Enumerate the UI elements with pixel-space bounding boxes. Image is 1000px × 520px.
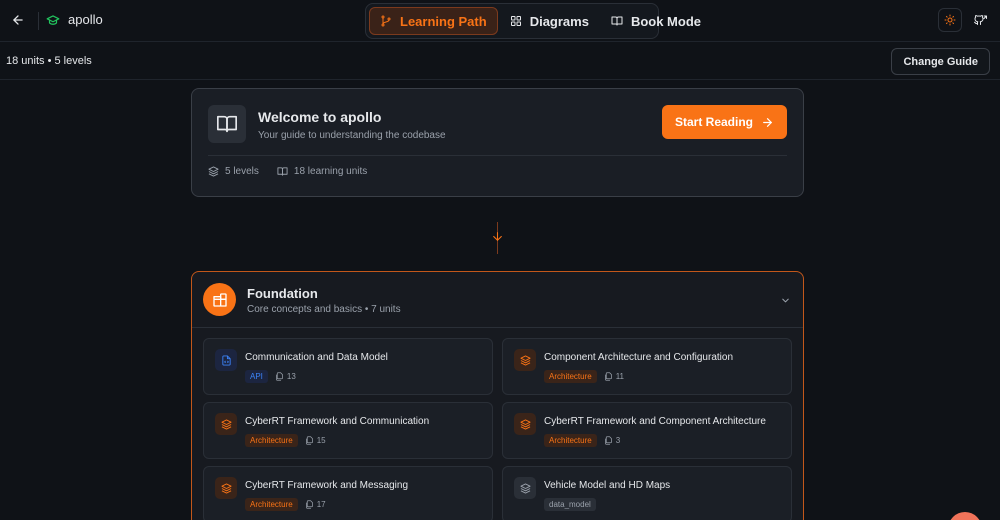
top-bar: apollo Learning Path Diagrams Book Mode xyxy=(0,0,1000,42)
files-icon xyxy=(305,436,313,445)
grid-icon xyxy=(510,15,522,27)
unit-tag: Architecture xyxy=(245,498,298,511)
file-count: 15 xyxy=(305,436,326,445)
book-open-icon xyxy=(208,105,246,143)
levels-count: 5 levels xyxy=(225,166,259,177)
layers-icon xyxy=(215,413,237,435)
tab-book-mode[interactable]: Book Mode xyxy=(601,7,711,35)
layers-icon xyxy=(514,477,536,499)
unit-title: Vehicle Model and HD Maps xyxy=(544,480,671,491)
welcome-stats: 5 levels 18 learning units xyxy=(208,166,367,177)
app-name: apollo xyxy=(68,12,103,27)
unit-tag: Architecture xyxy=(544,434,597,447)
files-icon xyxy=(305,500,313,509)
unit-card[interactable]: CyberRT Framework and Communication Arch… xyxy=(203,402,493,459)
unit-card[interactable]: Vehicle Model and HD Maps data_model xyxy=(502,466,792,520)
level-header[interactable]: Foundation Core concepts and basics • 7 … xyxy=(192,272,803,328)
tab-label: Book Mode xyxy=(630,13,701,29)
book-open-icon xyxy=(611,15,623,27)
right-tools xyxy=(938,8,992,32)
arrow-left-icon xyxy=(13,15,23,25)
start-reading-button[interactable]: Start Reading xyxy=(662,105,787,139)
layers-icon xyxy=(514,349,536,371)
welcome-card: Welcome to apollo Your guide to understa… xyxy=(191,88,804,197)
unit-tag: Architecture xyxy=(245,434,298,447)
back-button[interactable] xyxy=(6,8,30,32)
unit-tag: data_model xyxy=(544,498,596,511)
github-link-button[interactable] xyxy=(968,8,992,32)
theme-toggle-button[interactable] xyxy=(938,8,962,32)
layers-icon xyxy=(208,166,219,177)
file-count-value: 11 xyxy=(615,372,624,381)
unit-meta: API 13 xyxy=(245,370,296,383)
tab-diagrams[interactable]: Diagrams xyxy=(500,7,599,35)
unit-card[interactable]: Component Architecture and Configuration… xyxy=(502,338,792,395)
files-icon xyxy=(276,372,283,381)
file-count: 17 xyxy=(305,500,326,509)
unit-title: CyberRT Framework and Messaging xyxy=(245,480,409,491)
sub-bar: 18 units • 5 levels Change Guide xyxy=(0,42,1000,80)
sun-icon xyxy=(944,14,956,26)
file-count: 3 xyxy=(604,436,620,445)
layers-icon xyxy=(514,413,536,435)
unit-card[interactable]: CyberRT Framework and Component Architec… xyxy=(502,402,792,459)
arrow-down-icon xyxy=(491,230,504,248)
units-stat: 18 learning units xyxy=(277,166,367,177)
file-count-value: 15 xyxy=(316,436,326,445)
units-count: 18 learning units xyxy=(293,166,368,177)
file-count-value: 13 xyxy=(286,372,296,381)
change-guide-button[interactable]: Change Guide xyxy=(891,48,990,75)
git-branch-icon xyxy=(380,15,392,27)
unit-tag: Architecture xyxy=(544,370,597,383)
level-foundation: Foundation Core concepts and basics • 7 … xyxy=(191,271,804,520)
divider xyxy=(208,155,787,156)
floating-action-button[interactable] xyxy=(948,512,982,520)
guide-meta: 18 units • 5 levels xyxy=(6,55,92,67)
unit-title: Component Architecture and Configuration xyxy=(544,352,734,363)
file-count: 13 xyxy=(275,372,296,381)
levels-stat: 5 levels xyxy=(208,166,259,177)
divider xyxy=(38,12,39,30)
welcome-subtitle: Your guide to understanding the codebase xyxy=(258,130,446,141)
layers-icon xyxy=(215,477,237,499)
tab-label: Diagrams xyxy=(529,13,589,29)
file-count-value: 3 xyxy=(615,436,621,445)
welcome-title: Welcome to apollo xyxy=(258,109,382,125)
chevron-down-icon[interactable] xyxy=(780,293,791,311)
blocks-icon xyxy=(203,283,236,316)
unit-card[interactable]: CyberRT Framework and Messaging Architec… xyxy=(203,466,493,520)
file-code-icon xyxy=(215,349,237,371)
start-reading-label: Start Reading xyxy=(674,115,753,129)
file-count-value: 17 xyxy=(316,500,326,509)
unit-title: CyberRT Framework and Communication xyxy=(245,416,430,427)
github-external-icon xyxy=(974,15,987,25)
files-icon xyxy=(604,436,612,445)
unit-title: CyberRT Framework and Component Architec… xyxy=(544,416,766,427)
graduation-cap-icon xyxy=(46,13,60,27)
unit-meta: Architecture 17 xyxy=(245,498,326,511)
unit-tag: API xyxy=(245,370,268,383)
files-icon xyxy=(604,372,612,381)
tab-learning-path[interactable]: Learning Path xyxy=(369,7,498,35)
level-subtitle: Core concepts and basics • 7 units xyxy=(247,304,401,315)
unit-title: Communication and Data Model xyxy=(245,352,388,363)
level-title: Foundation xyxy=(247,286,318,301)
file-count: 11 xyxy=(604,372,624,381)
unit-card[interactable]: Communication and Data Model API 13 xyxy=(203,338,493,395)
unit-meta: Architecture 11 xyxy=(544,370,624,383)
mode-switch: Learning Path Diagrams Book Mode xyxy=(365,3,701,39)
unit-meta: Architecture 3 xyxy=(544,434,620,447)
tab-label: Learning Path xyxy=(400,13,487,29)
unit-meta: Architecture 15 xyxy=(245,434,326,447)
unit-meta: data_model xyxy=(544,498,596,511)
arrow-right-icon xyxy=(763,117,772,127)
book-open-icon xyxy=(277,167,288,176)
brand: apollo xyxy=(46,12,103,27)
